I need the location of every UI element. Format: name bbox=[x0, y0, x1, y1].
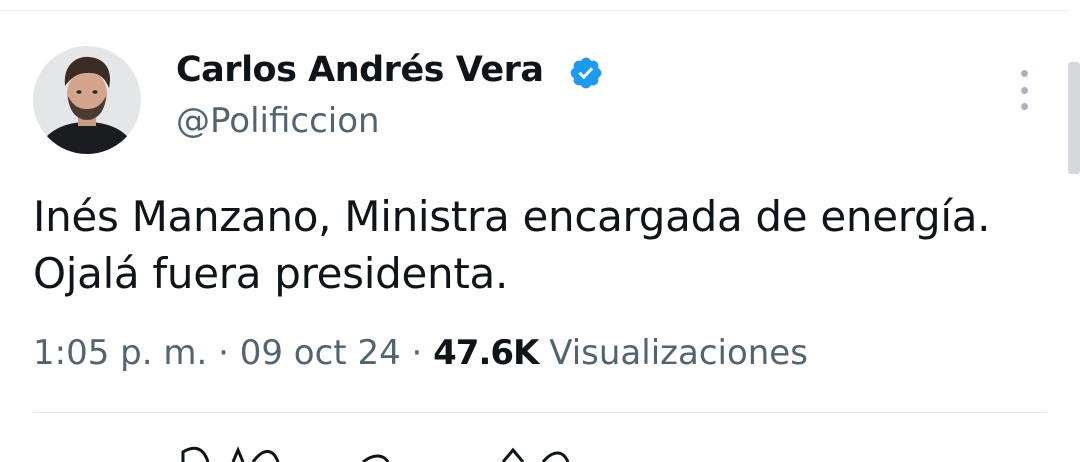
more-dot bbox=[1020, 70, 1028, 77]
more-dot bbox=[1020, 86, 1028, 94]
more-dot bbox=[1020, 103, 1028, 110]
more-vertical-icon[interactable] bbox=[1010, 70, 1038, 110]
verified-badge-icon bbox=[570, 57, 602, 89]
author-display-name[interactable]: Carlos Andrés Vera bbox=[176, 50, 544, 90]
tweet-time[interactable]: 1:05 p. m. bbox=[33, 333, 207, 373]
next-section-cut bbox=[33, 446, 633, 462]
views-label: Visualizaciones bbox=[549, 333, 808, 373]
avatar[interactable] bbox=[33, 46, 141, 154]
top-divider bbox=[0, 10, 1068, 11]
avatar-image bbox=[33, 46, 141, 154]
cut-off-text-shape bbox=[181, 446, 570, 462]
bottom-divider bbox=[33, 412, 1047, 413]
meta-separator: · bbox=[411, 333, 423, 373]
views-count[interactable]: 47.6K bbox=[433, 333, 539, 373]
tweet-date[interactable]: 09 oct 24 bbox=[240, 333, 401, 373]
tweet-meta: 1:05 p. m. · 09 oct 24 · 47.6K Visualiza… bbox=[33, 333, 808, 373]
tweet-text: Inés Manzano, Ministra encargada de ener… bbox=[33, 192, 991, 298]
meta-separator: · bbox=[218, 333, 229, 373]
author-handle[interactable]: @Polificcion bbox=[176, 101, 380, 141]
scrollbar[interactable] bbox=[1068, 62, 1080, 174]
